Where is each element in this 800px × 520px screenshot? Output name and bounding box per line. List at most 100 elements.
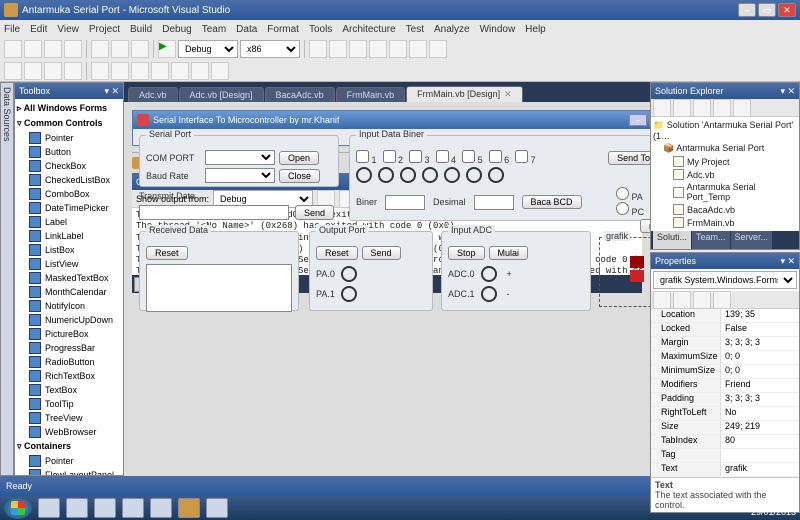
property-row[interactable]: RightToLeftNo — [651, 407, 799, 421]
doc-tab[interactable]: FrmMain.vb [Design]✕ — [406, 86, 523, 102]
toolbox-item[interactable]: Pointer — [17, 131, 121, 145]
toolbar-button[interactable] — [91, 62, 109, 80]
toolbox-item[interactable]: NumericUpDown — [17, 313, 121, 327]
menu-debug[interactable]: Debug — [162, 24, 191, 35]
task-ie-icon[interactable] — [38, 498, 60, 518]
form-min-button[interactable]: – — [629, 114, 647, 126]
toolbar-button[interactable] — [389, 40, 407, 58]
biner-value[interactable] — [385, 195, 425, 210]
grafik-groupbox[interactable]: grafik — [599, 237, 650, 307]
toolbox-item[interactable]: RadioButton — [17, 355, 121, 369]
tree-item[interactable]: Antarmuka Serial Port_Temp — [653, 181, 797, 203]
doc-tab[interactable]: Adc.vb — [128, 87, 178, 102]
prop-tool[interactable] — [713, 291, 731, 309]
toolbar-button[interactable] — [131, 40, 149, 58]
tree-item[interactable]: My Project — [653, 155, 797, 168]
stop-adc-button[interactable]: Stop — [448, 246, 485, 260]
tab-team[interactable]: Team... — [692, 231, 730, 249]
task-vs-icon[interactable] — [178, 498, 200, 518]
property-row[interactable]: Margin3; 3; 3; 3 — [651, 337, 799, 351]
prop-tool[interactable] — [673, 291, 691, 309]
sol-tool[interactable] — [693, 99, 711, 117]
baca-bcd-button[interactable]: Baca BCD — [522, 195, 582, 209]
tab-server[interactable]: Server... — [731, 231, 773, 249]
send-button[interactable]: Send — [295, 205, 334, 220]
task-app-icon[interactable] — [122, 498, 144, 518]
toolbar-button[interactable] — [191, 62, 209, 80]
toolbox-item[interactable]: ListView — [17, 257, 121, 271]
reset-biner-button[interactable]: reset — [640, 219, 650, 233]
bit-check[interactable] — [462, 150, 475, 163]
toolbox-item[interactable]: TextBox — [17, 383, 121, 397]
bit-switch[interactable] — [422, 167, 438, 183]
toolbar-button[interactable] — [329, 40, 347, 58]
reset-received-button[interactable]: Reset — [146, 246, 188, 260]
toolbar-button[interactable] — [4, 40, 22, 58]
mulai-adc-button[interactable]: Mulai — [489, 246, 529, 260]
toolbox-item[interactable]: NotifyIcon — [17, 299, 121, 313]
property-row[interactable]: Location139; 35 — [651, 309, 799, 323]
sol-tool[interactable] — [653, 99, 671, 117]
property-row[interactable]: Padding3; 3; 3; 3 — [651, 393, 799, 407]
panel-buttons[interactable]: ▾ ✕ — [780, 86, 795, 97]
transmit-input[interactable] — [139, 205, 289, 220]
panel-pin-icon[interactable]: ▾ ✕ — [104, 86, 119, 97]
toolbox-item[interactable]: WebBrowser — [17, 425, 121, 439]
toolbox-item[interactable]: MaskedTextBox — [17, 271, 121, 285]
property-row[interactable]: TabIndex80 — [651, 435, 799, 449]
property-row[interactable]: MinimumSize0; 0 — [651, 365, 799, 379]
toolbar-button[interactable] — [91, 40, 109, 58]
menu-build[interactable]: Build — [130, 24, 152, 35]
toolbox-item[interactable]: ToolTip — [17, 397, 121, 411]
menu-architecture[interactable]: Architecture — [342, 24, 395, 35]
toolbox-item[interactable]: LinkLabel — [17, 229, 121, 243]
close-button[interactable]: ✕ — [778, 3, 796, 17]
close-tab-icon[interactable]: ✕ — [504, 89, 512, 99]
bit-switch[interactable] — [466, 167, 482, 183]
toolbar-button[interactable] — [369, 40, 387, 58]
toolbox-item[interactable]: DateTimePicker — [17, 201, 121, 215]
comport-combo[interactable] — [205, 150, 275, 165]
toolbar-button[interactable] — [429, 40, 447, 58]
menu-project[interactable]: Project — [89, 24, 120, 35]
doc-tab[interactable]: Adc.vb [Design] — [179, 87, 264, 102]
bit-switch[interactable] — [488, 167, 504, 183]
property-row[interactable]: Tag — [651, 449, 799, 463]
start-button[interactable] — [4, 497, 32, 519]
prop-tool[interactable] — [693, 291, 711, 309]
task-app-icon[interactable] — [94, 498, 116, 518]
tree-item[interactable]: FrmMain.vb — [653, 216, 797, 229]
tree-item[interactable]: 📁 Solution 'Antarmuka Serial Port' (1… — [653, 119, 797, 142]
maximize-button[interactable]: ▭ — [758, 3, 776, 17]
property-row[interactable]: Textgrafik — [651, 463, 799, 477]
toolbar-button[interactable] — [111, 40, 129, 58]
taskbar-clock[interactable]: 16:1829/01/2013 — [751, 498, 796, 518]
bit-switch[interactable] — [444, 167, 460, 183]
tree-item[interactable]: Adc.vb — [653, 168, 797, 181]
tree-item[interactable]: BacaAdc.vb — [653, 203, 797, 216]
menu-view[interactable]: View — [57, 24, 79, 35]
bit-check[interactable] — [515, 150, 528, 163]
toolbox-item[interactable]: FlowLayoutPanel — [17, 468, 121, 475]
toolbox-group[interactable]: ▿ Containers — [17, 439, 121, 454]
pa1-switch[interactable] — [341, 286, 357, 302]
prop-tool[interactable] — [653, 291, 671, 309]
menu-window[interactable]: Window — [480, 24, 516, 35]
bit-switch[interactable] — [378, 167, 394, 183]
menu-help[interactable]: Help — [525, 24, 546, 35]
toolbox-item[interactable]: ComboBox — [17, 187, 121, 201]
menu-format[interactable]: Format — [267, 24, 299, 35]
menu-data[interactable]: Data — [236, 24, 257, 35]
task-firefox-icon[interactable] — [150, 498, 172, 518]
menu-analyze[interactable]: Analyze — [434, 24, 470, 35]
bit-switch[interactable] — [400, 167, 416, 183]
decimal-value[interactable] — [474, 195, 514, 210]
sol-tool[interactable] — [673, 99, 691, 117]
bit-check[interactable] — [409, 150, 422, 163]
bit-switch[interactable] — [356, 167, 372, 183]
menu-edit[interactable]: Edit — [30, 24, 47, 35]
send-output-button[interactable]: Send — [362, 246, 401, 260]
toolbar-button[interactable] — [349, 40, 367, 58]
toolbox-item[interactable]: ListBox — [17, 243, 121, 257]
toolbar-button[interactable] — [111, 62, 129, 80]
